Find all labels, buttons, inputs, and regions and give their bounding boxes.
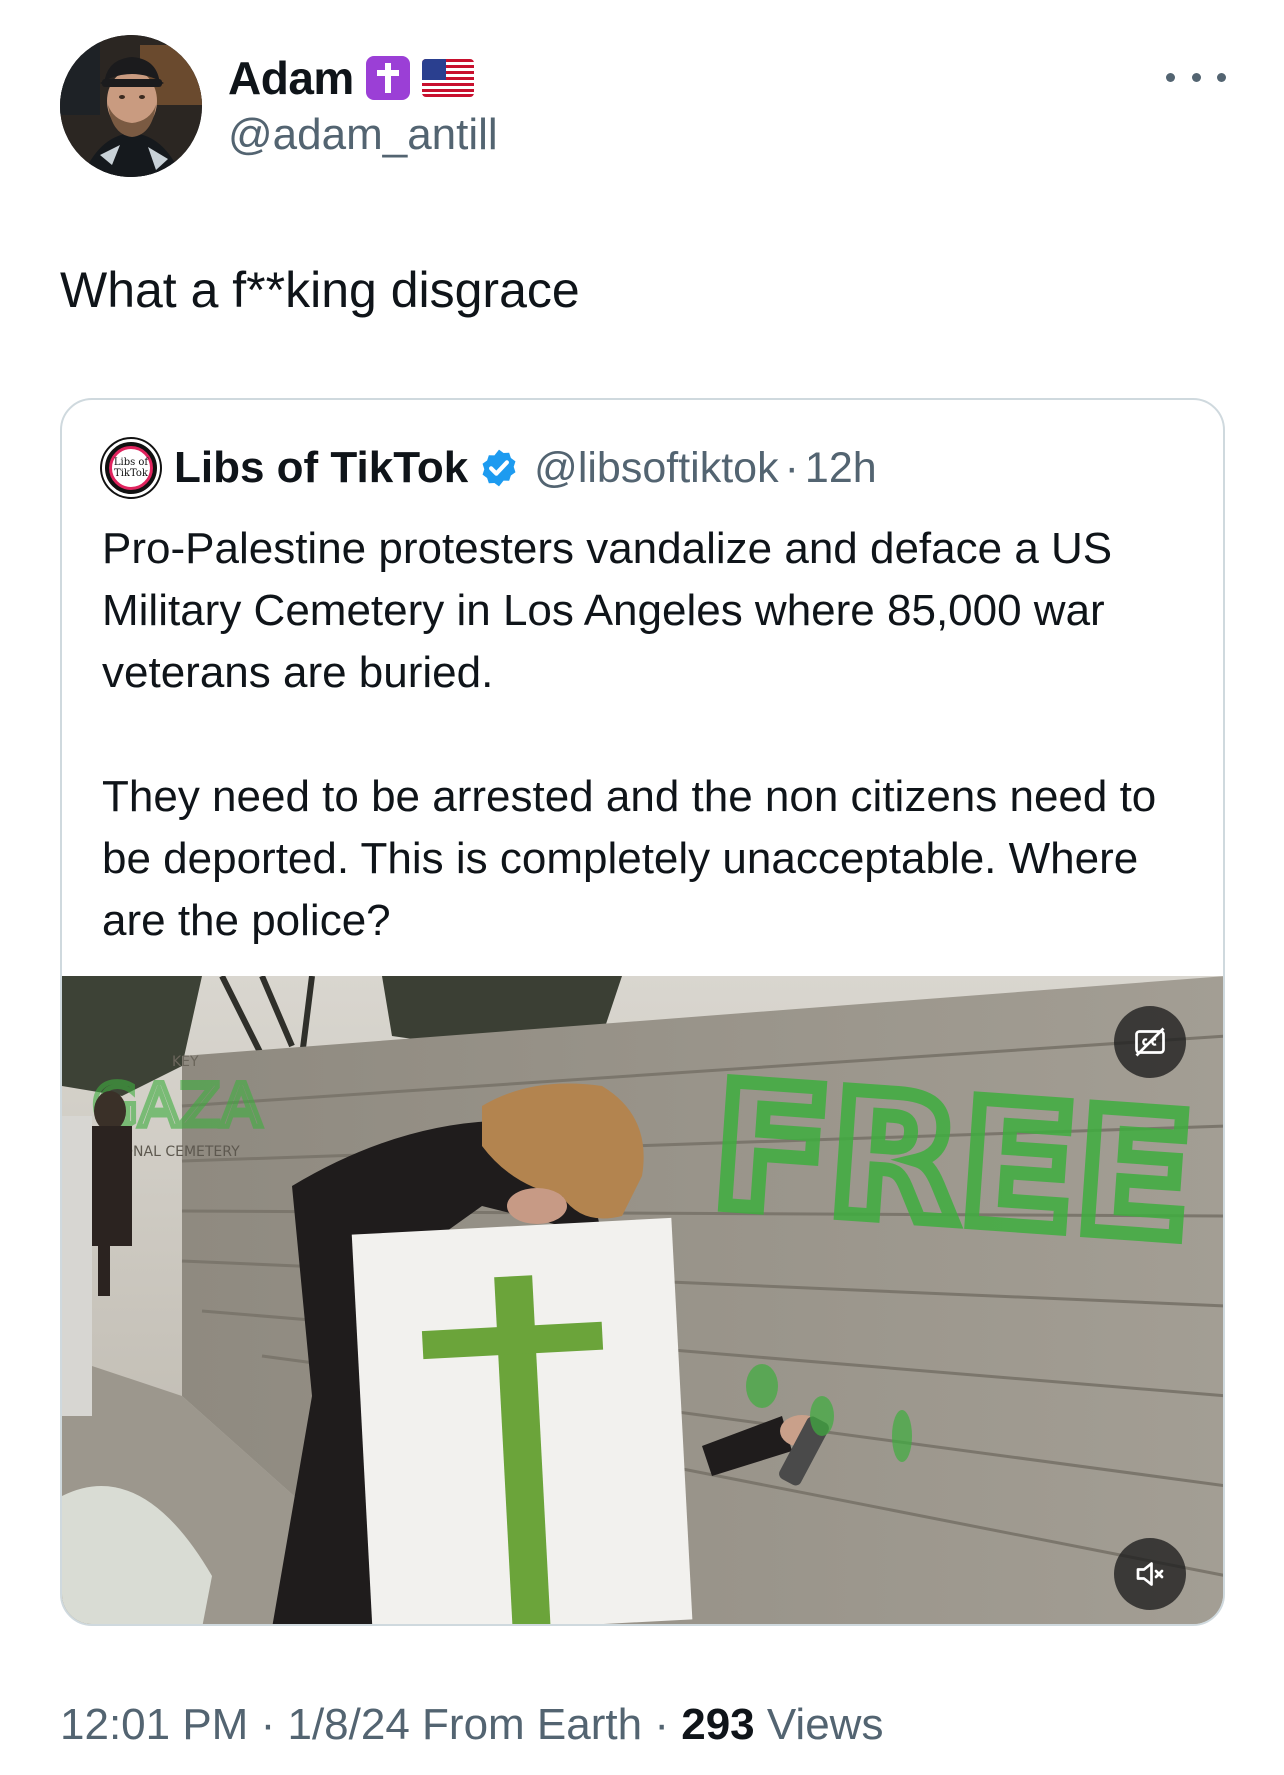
views-count: 293 <box>681 1700 755 1749</box>
volume-muted-icon[interactable] <box>1114 1538 1186 1610</box>
quoted-display-name[interactable]: Libs of TikTok <box>174 443 468 493</box>
closed-captions-off-icon[interactable] <box>1114 1006 1186 1078</box>
avatar[interactable] <box>60 35 202 177</box>
views-label: Views <box>766 1700 884 1749</box>
quoted-video[interactable]: FREE GAZA KEY ONAL CEMETERY <box>62 976 1223 1624</box>
sign-text-2: ONAL CEMETERY <box>122 1144 240 1160</box>
avatar-image <box>60 35 202 177</box>
quoted-avatar[interactable]: Libs of TikTok <box>102 439 160 497</box>
sign-text: KEY <box>172 1054 199 1070</box>
quoted-tweet[interactable]: Libs of TikTok Libs of TikTok @libsoftik… <box>60 398 1225 1626</box>
quoted-time[interactable]: 12h <box>805 444 877 493</box>
latin-cross-emoji <box>365 56 410 100</box>
quoted-paragraph-2: They need to be arrested and the non cit… <box>102 772 1157 945</box>
verified-badge-icon <box>482 449 516 487</box>
quoted-tweet-header: Libs of TikTok Libs of TikTok @libsoftik… <box>102 436 877 500</box>
tweet: Adam @adam_antill What a f**king disgrac… <box>0 0 1284 1775</box>
us-flag-emoji <box>421 59 474 97</box>
quoted-avatar-text: Libs of TikTok <box>109 446 153 490</box>
post-date[interactable]: 1/8/24 <box>287 1700 409 1749</box>
meta-separator: · <box>260 1700 276 1749</box>
post-time[interactable]: 12:01 PM <box>60 1700 248 1749</box>
tweet-text: What a f**king disgrace <box>60 262 580 318</box>
author-name-row[interactable]: Adam <box>228 48 474 108</box>
video-frame: FREE GAZA KEY ONAL CEMETERY <box>62 976 1223 1624</box>
meta-separator: · <box>654 1700 669 1749</box>
quoted-handle[interactable]: @libsoftiktok <box>534 444 778 493</box>
more-horizontal-icon[interactable] <box>1166 62 1226 92</box>
quoted-paragraph-1: Pro-Palestine protesters vandalize and d… <box>102 524 1113 697</box>
post-source: From Earth <box>422 1700 643 1749</box>
quoted-separator: · <box>784 443 799 492</box>
tweet-meta: 12:01 PM · 1/8/24 From Earth · 293 Views <box>60 1700 883 1750</box>
quoted-tweet-text: Pro-Palestine protesters vandalize and d… <box>102 518 1182 1014</box>
author-handle[interactable]: @adam_antill <box>228 110 498 160</box>
author-display-name[interactable]: Adam <box>228 51 354 105</box>
wall-graffiti: FREE <box>707 1047 1199 1278</box>
